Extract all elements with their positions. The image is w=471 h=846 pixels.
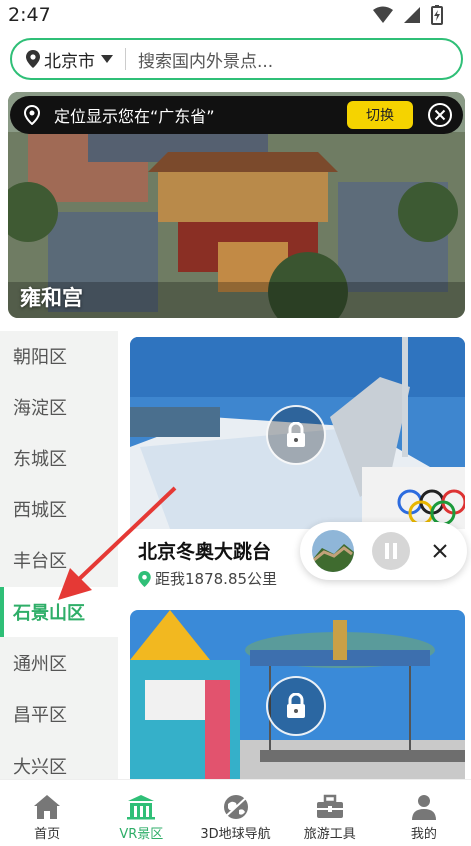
status-icons [373, 5, 443, 25]
district-sidebar: 朝阳区 海淀区 东城区 西城区 丰台区 石景山区 通州区 昌平区 大兴区 [0, 331, 118, 779]
scenic-card-image [130, 337, 465, 529]
sidebar-item-daxing[interactable]: 大兴区 [0, 741, 118, 779]
city-name: 北京市 [44, 51, 95, 72]
globe-icon [222, 795, 249, 819]
lock-badge [266, 405, 326, 465]
lock-icon [287, 422, 305, 447]
wifi-icon [373, 6, 393, 23]
nav-label: 我的 [410, 827, 437, 842]
sidebar-item-fengtai[interactable]: 丰台区 [0, 535, 118, 585]
search-input[interactable]: 搜索国内外景点... [138, 47, 273, 72]
nav-item-travel-tools[interactable]: 旅游工具 [283, 780, 377, 846]
user-icon [411, 795, 436, 820]
vr-scenic-icon [127, 795, 156, 820]
distance-text: 距我1878.85公里 [155, 570, 278, 588]
close-circle-icon[interactable] [427, 102, 453, 128]
scenic-card-image [130, 610, 465, 779]
home-icon [34, 795, 61, 819]
great-wall-thumbnail [312, 530, 354, 572]
sidebar-item-chaoyang[interactable]: 朝阳区 [0, 331, 118, 381]
hero-title: 雍和宫 [20, 286, 83, 310]
sidebar-item-tongzhou[interactable]: 通州区 [0, 638, 118, 688]
sidebar-item-shijingshan[interactable]: 石景山区 [0, 587, 118, 637]
nav-label: 3D地球导航 [200, 827, 271, 842]
scenic-card[interactable] [130, 610, 465, 779]
location-outline-icon [24, 105, 40, 125]
nav-item-vr-scenic[interactable]: VR景区 [94, 780, 188, 846]
pause-icon [385, 543, 397, 559]
nav-item-home[interactable]: 首页 [0, 780, 94, 846]
bottom-nav: 首页 VR景区 3D地球导航 旅游工具 我的 [0, 779, 471, 846]
caret-down-icon [101, 55, 113, 63]
nav-label: VR景区 [119, 827, 164, 842]
search-divider [125, 48, 126, 70]
switch-location-button[interactable]: 切换 [347, 101, 413, 129]
lock-badge [266, 676, 326, 736]
status-time: 2:47 [8, 4, 51, 26]
sidebar-item-haidian[interactable]: 海淀区 [0, 382, 118, 432]
sidebar-item-dongcheng[interactable]: 东城区 [0, 433, 118, 483]
city-selector[interactable]: 北京市 [12, 40, 113, 78]
sidebar-item-changping[interactable]: 昌平区 [0, 689, 118, 739]
location-banner: 定位显示您在“广东省” 切换 [10, 96, 463, 134]
signal-icon [404, 7, 420, 23]
player-thumbnail [312, 530, 354, 572]
nav-item-3d-globe[interactable]: 3D地球导航 [188, 780, 282, 846]
sidebar-item-xicheng[interactable]: 西城区 [0, 484, 118, 534]
lock-icon [287, 693, 305, 718]
nav-item-mine[interactable]: 我的 [377, 780, 471, 846]
mini-audio-player[interactable] [300, 522, 467, 580]
close-icon[interactable] [432, 543, 448, 559]
nav-label: 旅游工具 [303, 827, 356, 842]
location-banner-text: 定位显示您在“广东省” [54, 107, 215, 126]
location-pin-icon [26, 50, 40, 68]
search-bar[interactable]: 北京市 搜索国内外景点... [10, 38, 463, 80]
status-bar: 2:47 [0, 0, 471, 30]
pause-button[interactable] [372, 532, 410, 570]
location-pin-icon [138, 570, 151, 587]
battery-icon [431, 5, 443, 25]
toolbox-icon [316, 794, 343, 818]
nav-label: 首页 [34, 827, 61, 842]
